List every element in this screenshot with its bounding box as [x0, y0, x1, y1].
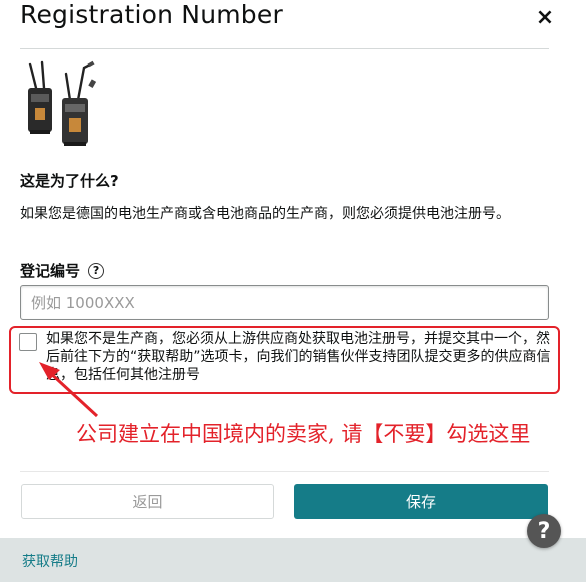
footer-bar	[0, 538, 586, 582]
supplier-checkbox[interactable]	[19, 333, 37, 351]
battery-product-image	[28, 60, 97, 146]
header-divider	[20, 48, 549, 49]
get-help-link[interactable]: 获取帮助	[22, 551, 78, 571]
supplier-checkbox-label: 如果您不是生产商，您必须从上游供应商处获取电池注册号，并提交其中一个，然后前往下…	[46, 331, 551, 383]
registration-label-row: 登记编号 ?	[20, 260, 105, 281]
dialog-title: Registration Number	[20, 0, 283, 29]
registration-number-input[interactable]	[20, 285, 549, 320]
info-description: 如果您是德国的电池生产商或含电池商品的生产商，则您必须提供电池注册号。	[20, 206, 510, 222]
back-button[interactable]: 返回	[21, 484, 274, 519]
registration-label: 登记编号	[20, 262, 81, 280]
footer-divider	[20, 471, 549, 472]
close-icon[interactable]: ×	[535, 7, 555, 29]
floating-help-icon[interactable]: ?	[527, 514, 561, 548]
annotation-text: 公司建立在中国境内的卖家, 请【不要】勾选这里	[76, 422, 531, 446]
info-heading: 这是为了什么?	[20, 172, 119, 190]
help-circle-icon[interactable]: ?	[88, 262, 105, 279]
save-button[interactable]: 保存	[294, 484, 548, 519]
